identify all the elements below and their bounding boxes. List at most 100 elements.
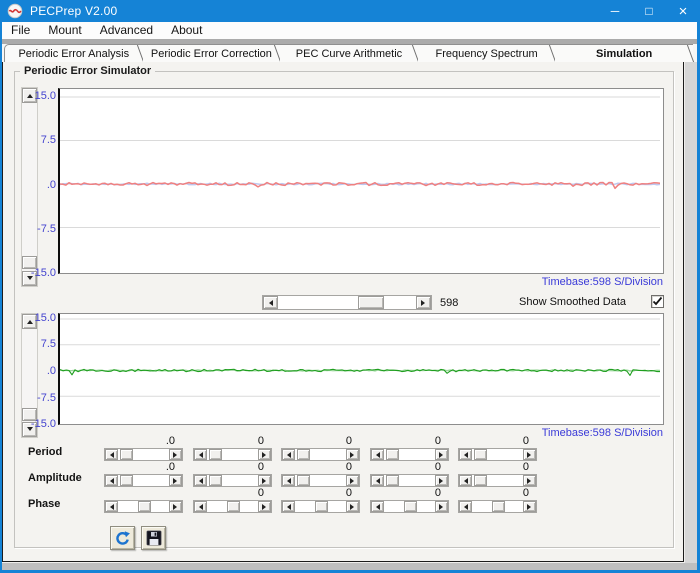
- amplitude-slider-4[interactable]: [370, 474, 449, 487]
- period-slider-2[interactable]: [193, 448, 272, 461]
- amplitude-slider-3[interactable]: [281, 474, 360, 487]
- timeline-scroll-left-button[interactable]: [263, 296, 278, 309]
- refresh-button[interactable]: [110, 526, 135, 550]
- slider-thumb[interactable]: [473, 475, 487, 486]
- period-slider-3[interactable]: [281, 448, 360, 461]
- slider-thumb[interactable]: [227, 501, 240, 512]
- phase-slider-3[interactable]: [281, 500, 360, 513]
- slider-thumb[interactable]: [385, 475, 399, 486]
- menu-file[interactable]: File: [2, 22, 39, 39]
- maximize-button[interactable]: □: [632, 0, 666, 22]
- period-slider-1[interactable]: [104, 448, 183, 461]
- right-arrow-icon: [439, 503, 446, 510]
- amplitude-slider-5[interactable]: [458, 474, 537, 487]
- slider-right-button[interactable]: [169, 501, 182, 512]
- phase-slider-5[interactable]: [458, 500, 537, 513]
- slider-thumb[interactable]: [208, 449, 222, 460]
- slider-left-button[interactable]: [371, 449, 384, 460]
- timeline-scrollbar[interactable]: [262, 295, 432, 310]
- period-slider-5[interactable]: [458, 448, 537, 461]
- period-cell-4: 0: [370, 436, 449, 461]
- slider-right-button[interactable]: [435, 501, 448, 512]
- phase-value-4: 0: [434, 487, 441, 499]
- slider-right-button[interactable]: [435, 475, 448, 486]
- slider-thumb[interactable]: [404, 501, 417, 512]
- slider-right-button[interactable]: [346, 475, 359, 486]
- minimize-button[interactable]: ─: [598, 0, 632, 22]
- slider-left-button[interactable]: [282, 449, 295, 460]
- slider-right-button[interactable]: [169, 475, 182, 486]
- tab-simulation[interactable]: Simulation: [555, 44, 693, 62]
- menu-advanced[interactable]: Advanced: [91, 22, 162, 39]
- phase-slider-2[interactable]: [193, 500, 272, 513]
- left-arrow-icon: [196, 451, 203, 458]
- timeline-scroll-thumb[interactable]: [358, 296, 384, 309]
- slider-right-button[interactable]: [258, 475, 271, 486]
- phase-cell-2: 0: [193, 488, 272, 513]
- slider-left-button[interactable]: [194, 475, 207, 486]
- left-arrow-icon: [461, 451, 468, 458]
- right-arrow-icon: [350, 451, 357, 458]
- slider-thumb[interactable]: [208, 475, 222, 486]
- phase-slider-4[interactable]: [370, 500, 449, 513]
- slider-left-button[interactable]: [282, 501, 295, 512]
- amplitude-slider-1[interactable]: [104, 474, 183, 487]
- timeline-scroll-right-button[interactable]: [416, 296, 431, 309]
- slider-thumb[interactable]: [492, 501, 505, 512]
- show-smoothed-data-checkbox[interactable]: [651, 295, 664, 308]
- right-arrow-icon: [350, 477, 357, 484]
- period-value-1: .0: [165, 435, 175, 447]
- period-cell-2: 0: [193, 436, 272, 461]
- period-slider-4[interactable]: [370, 448, 449, 461]
- slider-left-button[interactable]: [194, 449, 207, 460]
- tab-periodic-error-analysis[interactable]: Periodic Error Analysis: [4, 44, 143, 62]
- menu-about[interactable]: About: [162, 22, 211, 39]
- slider-right-button[interactable]: [169, 449, 182, 460]
- slider-left-button[interactable]: [459, 475, 472, 486]
- slider-left-button[interactable]: [371, 475, 384, 486]
- slider-right-button[interactable]: [435, 449, 448, 460]
- amplitude-value-2: 0: [257, 461, 264, 473]
- slider-left-button[interactable]: [194, 501, 207, 512]
- slider-left-button[interactable]: [105, 475, 118, 486]
- slider-left-button[interactable]: [459, 501, 472, 512]
- amplitude-slider-2[interactable]: [193, 474, 272, 487]
- slider-thumb[interactable]: [296, 449, 310, 460]
- close-button[interactable]: ×: [666, 0, 700, 22]
- slider-right-button[interactable]: [523, 475, 536, 486]
- show-smoothed-data-label: Show Smoothed Data: [519, 296, 627, 308]
- slider-right-button[interactable]: [523, 449, 536, 460]
- slider-thumb[interactable]: [119, 475, 133, 486]
- slider-left-button[interactable]: [282, 475, 295, 486]
- menu-mount[interactable]: Mount: [39, 22, 90, 39]
- phase-slider-1[interactable]: [104, 500, 183, 513]
- slider-right-button[interactable]: [346, 501, 359, 512]
- chart2-ytick-0: 15.0: [34, 312, 56, 324]
- slider-left-button[interactable]: [371, 501, 384, 512]
- slider-right-button[interactable]: [258, 501, 271, 512]
- phase-cell-3: 0: [281, 488, 360, 513]
- slider-right-button[interactable]: [346, 449, 359, 460]
- slider-right-button[interactable]: [523, 501, 536, 512]
- chart2-ytick-4: -15.0: [30, 418, 56, 430]
- slider-right-button[interactable]: [258, 449, 271, 460]
- tab-frequency-spectrum[interactable]: Frequency Spectrum: [417, 44, 556, 62]
- slider-left-button[interactable]: [105, 501, 118, 512]
- slider-thumb[interactable]: [385, 449, 399, 460]
- slider-thumb[interactable]: [119, 449, 133, 460]
- slider-thumb[interactable]: [473, 449, 487, 460]
- left-arrow-icon: [461, 503, 468, 510]
- left-arrow-icon: [284, 477, 291, 484]
- save-button[interactable]: [141, 526, 166, 550]
- tab-periodic-error-correction[interactable]: Periodic Error Correction: [142, 44, 281, 62]
- period-cell-1: .0: [104, 436, 183, 461]
- left-arrow-icon: [373, 451, 380, 458]
- slider-thumb[interactable]: [296, 475, 310, 486]
- slider-thumb[interactable]: [138, 501, 151, 512]
- slider-left-button[interactable]: [459, 449, 472, 460]
- slider-left-button[interactable]: [105, 449, 118, 460]
- chart1-ytick-3: -7.5: [37, 223, 56, 235]
- right-arrow-icon: [262, 477, 269, 484]
- tab-pec-curve-arithmetic[interactable]: PEC Curve Arithmetic: [280, 44, 418, 62]
- slider-thumb[interactable]: [315, 501, 328, 512]
